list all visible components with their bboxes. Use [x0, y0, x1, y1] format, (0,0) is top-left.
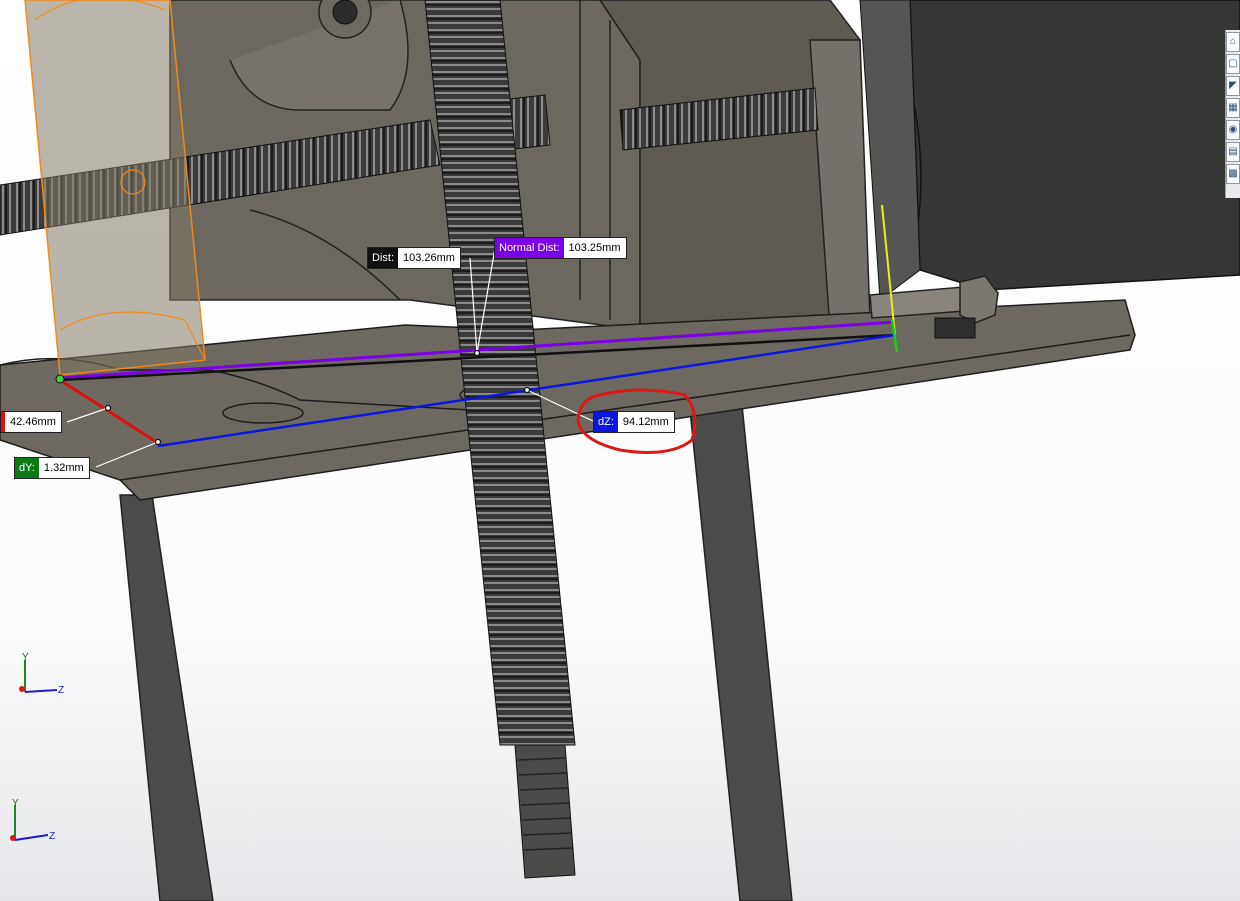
triad-z-label: Z [58, 685, 64, 696]
dz-tag: dZ: [594, 412, 618, 432]
home-view-icon[interactable]: ⌂ [1226, 32, 1240, 52]
dy-callout[interactable]: dY: 1.32mm [14, 457, 90, 479]
axis-triad-lower: Y Z [10, 798, 55, 842]
dy-tag: dY: [15, 458, 39, 478]
scene-icon[interactable]: ▤ [1226, 142, 1240, 162]
triad-y-label: Y [12, 798, 19, 809]
dist-tag: Dist: [368, 248, 398, 268]
triad-y-label: Y [22, 652, 29, 663]
triad-z-label: Z [49, 831, 55, 842]
heads-up-view-toolbar: ⌂ ▢ ◤ ▦ ◉ ▤ ▩ [1225, 30, 1240, 198]
stepper-motor [859, 0, 1240, 301]
appearance-icon[interactable]: ◉ [1226, 120, 1240, 140]
dx-callout[interactable]: 42.46mm [0, 411, 62, 433]
normal-dist-tag: Normal Dist: [495, 238, 564, 258]
dx-value: 42.46mm [10, 416, 56, 428]
dy-value: 1.32mm [43, 462, 84, 474]
dz-value: 94.12mm [622, 416, 669, 428]
view-orientation-icon[interactable]: ▢ [1226, 54, 1240, 74]
normal-dist-callout[interactable]: Normal Dist: 103.25mm [494, 237, 627, 259]
cad-viewport[interactable]: Y Z Y Z [0, 0, 1240, 901]
screen-capture-icon[interactable]: ▩ [1226, 164, 1240, 184]
section-view-icon[interactable]: ◤ [1226, 76, 1240, 96]
dist-value: 103.26mm [403, 252, 455, 264]
dz-callout[interactable]: dZ: 94.12mm [593, 411, 675, 433]
display-style-icon[interactable]: ▦ [1226, 98, 1240, 118]
axis-triad-upper: Y Z [19, 652, 64, 696]
dist-callout[interactable]: Dist: 103.26mm [367, 247, 461, 269]
normal-dist-value: 103.25mm [568, 242, 621, 254]
